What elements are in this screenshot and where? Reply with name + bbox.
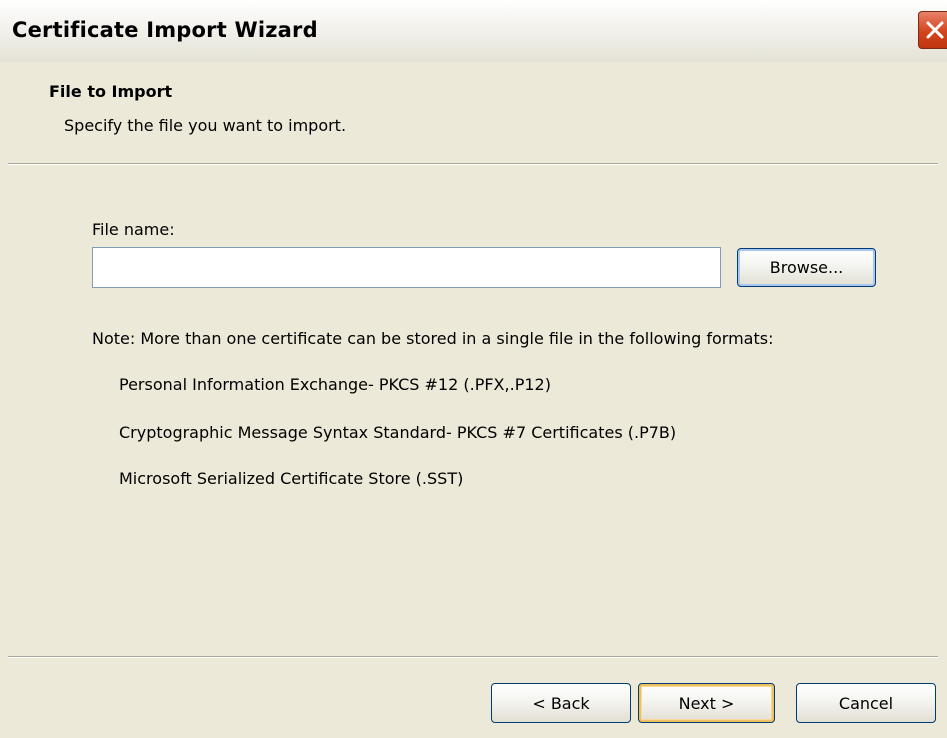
- page-title: File to Import: [49, 82, 173, 101]
- title-bar[interactable]: Certificate Import Wizard: [0, 0, 947, 63]
- wizard-header: File to Import Specify the file you want…: [0, 62, 947, 163]
- formats-note: Note: More than one certificate can be s…: [92, 329, 774, 348]
- browse-button[interactable]: Browse...: [737, 248, 876, 287]
- window-title: Certificate Import Wizard: [12, 18, 318, 42]
- format-item: Cryptographic Message Syntax Standard- P…: [119, 423, 677, 442]
- certificate-import-wizard-window: Certificate Import Wizard File to Import…: [0, 0, 947, 738]
- format-item: Microsoft Serialized Certificate Store (…: [119, 469, 464, 488]
- file-name-label: File name:: [92, 220, 175, 239]
- back-button[interactable]: < Back: [491, 683, 631, 723]
- format-item: Personal Information Exchange- PKCS #12 …: [119, 375, 551, 394]
- close-button[interactable]: [918, 11, 947, 49]
- footer-divider: [8, 656, 938, 658]
- header-divider: [8, 163, 938, 165]
- page-subtitle: Specify the file you want to import.: [64, 116, 347, 135]
- cancel-button[interactable]: Cancel: [796, 683, 936, 723]
- file-name-input[interactable]: [92, 247, 721, 288]
- next-button[interactable]: Next >: [638, 683, 775, 723]
